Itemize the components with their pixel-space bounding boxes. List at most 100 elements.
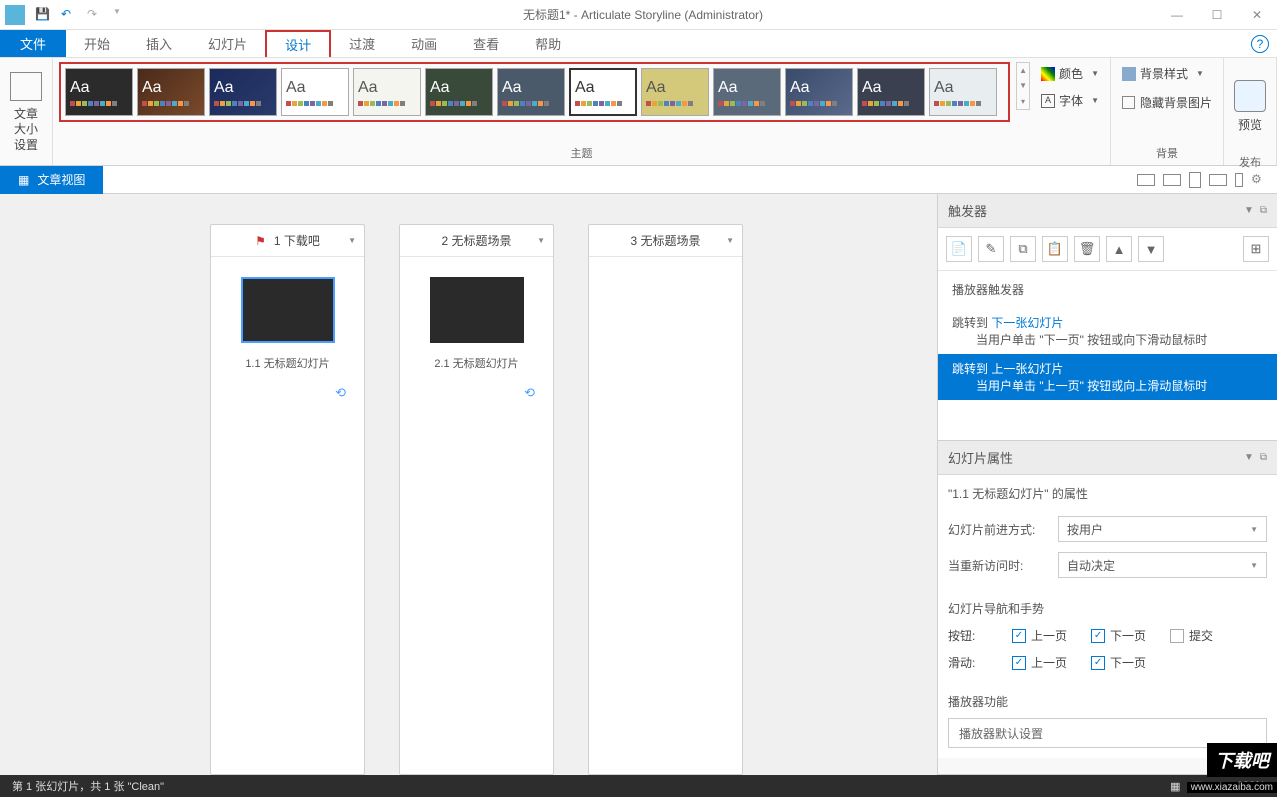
theme-sample-text: Aa: [70, 79, 128, 97]
trigger-paste-button[interactable]: 📋: [1042, 236, 1068, 262]
trigger-up-button[interactable]: ▲: [1106, 236, 1132, 262]
revisit-select[interactable]: 自动决定▼: [1058, 552, 1267, 578]
trigger-down-button[interactable]: ▼: [1138, 236, 1164, 262]
close-button[interactable]: ✕: [1237, 0, 1277, 30]
bg-styles-button[interactable]: 背景样式 ▼: [1117, 62, 1209, 85]
group-publish: 预览 发布: [1224, 58, 1277, 165]
theme-thumbnail[interactable]: Aa: [353, 68, 421, 116]
theme-thumbnail[interactable]: Aa: [713, 68, 781, 116]
tab-transitions[interactable]: 过渡: [331, 30, 393, 57]
gear-icon[interactable]: ⚙: [1251, 172, 1267, 188]
next-button-checkbox[interactable]: ✓下一页: [1091, 627, 1146, 644]
prev-swipe-checkbox[interactable]: ✓上一页: [1012, 654, 1067, 671]
theme-thumbnail[interactable]: Aa: [497, 68, 565, 116]
trigger-item-next[interactable]: 跳转到 下一张幻灯片 当用户单击 "下一页" 按钮或向下滑动鼠标时: [938, 308, 1277, 354]
theme-thumbnail[interactable]: Aa: [425, 68, 493, 116]
theme-thumbnail[interactable]: Aa: [65, 68, 133, 116]
undo-icon[interactable]: ↶: [61, 7, 77, 23]
panel-menu-icon[interactable]: ▼: [1244, 205, 1254, 216]
minimize-button[interactable]: —: [1157, 0, 1197, 30]
scene-card[interactable]: 2 无标题场景▼2.1 无标题幻灯片⟲: [399, 224, 554, 775]
document-tab[interactable]: ▦ 文章视图: [0, 166, 103, 194]
view-tablet-portrait-icon[interactable]: [1189, 172, 1201, 188]
tab-home[interactable]: 开始: [66, 30, 128, 57]
slide-props-body: "1.1 无标题幻灯片" 的属性 幻灯片前进方式: 按用户▼ 当重新访问时: 自…: [938, 475, 1277, 758]
theme-swatches: [862, 101, 920, 106]
tab-design[interactable]: 设计: [265, 30, 331, 57]
trigger-item-prev[interactable]: 跳转到 上一张幻灯片 当用户单击 "上一页" 按钮或向上滑动鼠标时: [938, 354, 1277, 400]
theme-sample-text: Aa: [934, 79, 992, 97]
tab-view[interactable]: 查看: [455, 30, 517, 57]
save-icon[interactable]: 💾: [35, 7, 51, 23]
theme-thumbnail[interactable]: Aa: [785, 68, 853, 116]
panel-menu-icon[interactable]: ▼: [1244, 452, 1254, 463]
prev-button-checkbox[interactable]: ✓上一页: [1012, 627, 1067, 644]
colors-button[interactable]: 颜色 ▼: [1036, 62, 1104, 85]
story-canvas[interactable]: ⚑1 下载吧▼1.1 无标题幻灯片⟲2 无标题场景▼2.1 无标题幻灯片⟲3 无…: [0, 194, 937, 775]
gallery-down-icon[interactable]: ▼: [1017, 78, 1029, 93]
theme-thumbnail[interactable]: Aa: [281, 68, 349, 116]
view-phone-portrait-icon[interactable]: [1235, 173, 1243, 187]
submit-button-checkbox[interactable]: 提交: [1170, 627, 1213, 644]
theme-thumbnail[interactable]: Aa: [137, 68, 205, 116]
link-icon[interactable]: ⟲: [335, 385, 346, 401]
theme-thumbnail[interactable]: Aa: [929, 68, 997, 116]
view-tablet-landscape-icon[interactable]: [1163, 174, 1181, 186]
scene-card[interactable]: ⚑1 下载吧▼1.1 无标题幻灯片⟲: [210, 224, 365, 775]
quick-access-toolbar: 💾 ↶ ↷ ▼: [35, 7, 129, 23]
next-swipe-checkbox[interactable]: ✓下一页: [1091, 654, 1146, 671]
chevron-down-icon[interactable]: ▼: [348, 236, 356, 245]
link-icon[interactable]: ⟲: [524, 385, 535, 401]
fonts-button[interactable]: A 字体 ▼: [1036, 89, 1104, 112]
panel-undock-icon[interactable]: ⧉: [1260, 452, 1267, 463]
theme-swatches: [430, 101, 488, 106]
scene-body: 2.1 无标题幻灯片⟲: [400, 257, 553, 421]
preview-button[interactable]: 预览: [1230, 62, 1270, 152]
scene-header[interactable]: ⚑1 下载吧▼: [211, 225, 364, 257]
scene-body: [589, 257, 742, 397]
help-icon[interactable]: ?: [1251, 35, 1269, 53]
trigger-delete-button[interactable]: 🗑: [1074, 236, 1100, 262]
story-size-button[interactable]: 文章 大小 设置: [6, 68, 46, 158]
tab-slides[interactable]: 幻灯片: [190, 30, 265, 57]
scene-header[interactable]: 2 无标题场景▼: [400, 225, 553, 257]
theme-thumbnail[interactable]: Aa: [209, 68, 277, 116]
trigger-copy-button[interactable]: ⧉: [1010, 236, 1036, 262]
maximize-button[interactable]: ☐: [1197, 0, 1237, 30]
panel-undock-icon[interactable]: ⧉: [1260, 205, 1267, 216]
gallery-expand-icon[interactable]: ▾: [1017, 94, 1029, 109]
theme-thumbnail[interactable]: Aa: [641, 68, 709, 116]
advance-select[interactable]: 按用户▼: [1058, 516, 1267, 542]
view-desktop-icon[interactable]: [1137, 174, 1155, 186]
view-phone-landscape-icon[interactable]: [1209, 174, 1227, 186]
gallery-up-icon[interactable]: ▲: [1017, 63, 1029, 78]
status-view-icon[interactable]: ▦: [1170, 780, 1180, 793]
theme-swatches: [718, 101, 776, 106]
hide-bg-checkbox[interactable]: 隐藏背景图片: [1117, 91, 1217, 114]
redo-icon[interactable]: ↷: [87, 7, 103, 23]
theme-thumbnail[interactable]: Aa: [857, 68, 925, 116]
background-group-label: 背景: [1117, 143, 1217, 163]
chevron-down-icon[interactable]: ▼: [537, 236, 545, 245]
trigger-edit-button[interactable]: ✎: [978, 236, 1004, 262]
themes-gallery-dropdown[interactable]: ▲ ▼ ▾: [1016, 62, 1030, 110]
tab-help[interactable]: 帮助: [517, 30, 579, 57]
slide-thumbnail[interactable]: [241, 277, 335, 343]
trigger-variables-button[interactable]: ⊞: [1243, 236, 1269, 262]
theme-sample-text: Aa: [862, 79, 920, 97]
tab-animations[interactable]: 动画: [393, 30, 455, 57]
scene-header[interactable]: 3 无标题场景▼: [589, 225, 742, 257]
trigger-new-button[interactable]: 📄: [946, 236, 972, 262]
tab-file[interactable]: 文件: [0, 30, 66, 57]
theme-sample-text: Aa: [718, 79, 776, 97]
slide-properties-panel: 幻灯片属性 ▼⧉ "1.1 无标题幻灯片" 的属性 幻灯片前进方式: 按用户▼ …: [938, 441, 1277, 775]
chevron-down-icon: ▼: [1250, 525, 1258, 534]
scene-card[interactable]: 3 无标题场景▼: [588, 224, 743, 775]
theme-thumbnail[interactable]: Aa: [569, 68, 637, 116]
chevron-down-icon: ▼: [1250, 561, 1258, 570]
slide-thumbnail[interactable]: [430, 277, 524, 343]
tab-insert[interactable]: 插入: [128, 30, 190, 57]
qat-dropdown-icon[interactable]: ▼: [113, 7, 129, 23]
chevron-down-icon[interactable]: ▼: [726, 236, 734, 245]
theme-sample-text: Aa: [286, 79, 344, 97]
